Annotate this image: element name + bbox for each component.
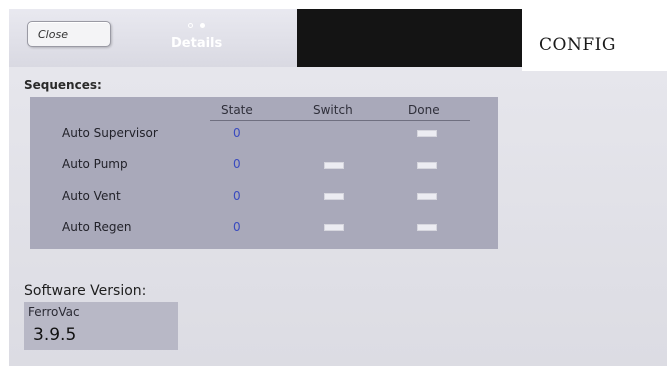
column-header-state: State bbox=[221, 103, 253, 117]
details-title: Details bbox=[171, 36, 223, 51]
switch-indicator-auto-vent bbox=[324, 193, 344, 200]
row-label-auto-supervisor: Auto Supervisor bbox=[62, 126, 158, 140]
state-value-auto-regen: 0 bbox=[233, 220, 241, 234]
software-version-title: Software Version: bbox=[24, 283, 147, 299]
close-button[interactable]: Close bbox=[27, 21, 111, 47]
done-indicator-auto-regen bbox=[417, 224, 437, 231]
page-dot-2 bbox=[200, 23, 205, 28]
software-version-value: 3.9.5 bbox=[33, 325, 77, 345]
row-label-auto-pump: Auto Pump bbox=[62, 157, 128, 171]
state-value-auto-vent: 0 bbox=[233, 189, 241, 203]
column-header-switch: Switch bbox=[313, 103, 353, 117]
sequences-title: Sequences: bbox=[24, 78, 102, 92]
switch-indicator-auto-regen bbox=[324, 224, 344, 231]
software-name: FerroVac bbox=[28, 305, 80, 319]
page-indicator bbox=[188, 23, 205, 28]
state-value-auto-supervisor: 0 bbox=[233, 126, 241, 140]
state-value-auto-pump: 0 bbox=[233, 157, 241, 171]
done-indicator-auto-supervisor bbox=[417, 130, 437, 137]
switch-indicator-auto-pump bbox=[324, 162, 344, 169]
column-header-done: Done bbox=[408, 103, 440, 117]
row-label-auto-vent: Auto Vent bbox=[62, 189, 121, 203]
table-header-divider bbox=[210, 120, 470, 121]
row-label-auto-regen: Auto Regen bbox=[62, 220, 132, 234]
done-indicator-auto-vent bbox=[417, 193, 437, 200]
done-indicator-auto-pump bbox=[417, 162, 437, 169]
config-tab-label[interactable]: CONFIG bbox=[539, 35, 616, 55]
page-dot-1 bbox=[188, 23, 193, 28]
